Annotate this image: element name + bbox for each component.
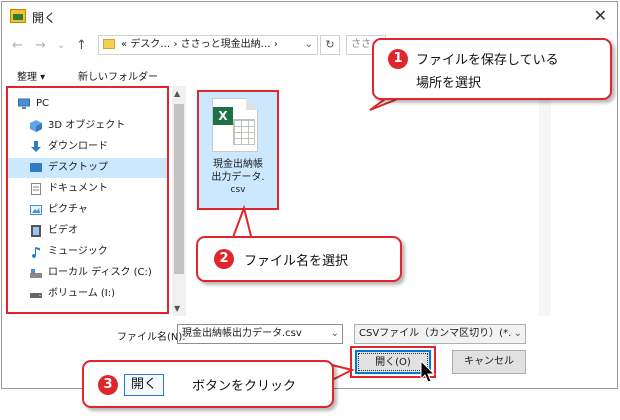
cube-icon (30, 120, 42, 132)
filetype-select[interactable]: CSVファイル（カンマ区切り）(*.cs ⌄ (354, 324, 526, 344)
sidebar-item-3d-objects[interactable]: 3D オブジェクト (8, 116, 167, 136)
navigation-scrollbar[interactable]: ▲ ▼ (172, 86, 186, 316)
breadcrumb[interactable]: « デスク… › ささっと現金出納… › (121, 36, 278, 54)
sidebar-item-label: PC (36, 98, 50, 109)
close-button[interactable]: ✕ (594, 6, 607, 25)
sidebar-item-label: ボリューム (I:) (48, 288, 115, 299)
filename-label: ファイル名(N): (117, 332, 186, 343)
mouse-pointer-icon (420, 360, 436, 383)
sidebar-item-label: ダウンロード (48, 141, 108, 152)
sidebar-item-local-disk[interactable]: ローカル ディスク (C:) (8, 263, 167, 283)
navigation-pane: PC 3D オブジェクト ダウンロード デスクトップ ドキュメント ピクチャ ビ… (6, 86, 169, 314)
address-dropdown-icon[interactable]: ⌄ (305, 36, 313, 54)
callout-1-line2: 場所を選択 (416, 76, 482, 91)
callout-2: 2 ファイル名を選択 (196, 236, 402, 282)
callout-3: 3 開く ボタンをクリック (82, 360, 334, 408)
drive-icon (30, 293, 42, 298)
window-title: 開く (32, 11, 57, 25)
callout-2-text: ファイル名を選択 (244, 254, 349, 269)
address-bar[interactable]: « デスク… › ささっと現金出納… › ⌄ (98, 35, 318, 55)
document-icon (31, 183, 41, 195)
spreadsheet-grid-icon (233, 119, 255, 145)
computer-icon (18, 98, 30, 109)
sidebar-item-label: デスクトップ (48, 162, 108, 173)
file-name-label: 現金出納帳 出力データ. csv (199, 158, 277, 197)
callout-3-text: ボタンをクリック (192, 379, 297, 394)
filetype-dropdown-icon[interactable]: ⌄ (511, 325, 522, 343)
sidebar-item-pc[interactable]: PC (8, 94, 167, 114)
sidebar-item-downloads[interactable]: ダウンロード (8, 137, 167, 157)
folder-icon (103, 39, 115, 49)
sidebar-item-label: ローカル ディスク (C:) (48, 267, 152, 278)
sidebar-item-label: ピクチャ (48, 204, 88, 215)
file-list-scrollbar[interactable] (539, 86, 551, 316)
file-name-line: csv (230, 185, 246, 195)
callout-2-number: 2 (214, 249, 234, 269)
csv-file-icon: X (212, 98, 258, 152)
desktop-icon (30, 163, 42, 172)
organize-menu[interactable]: 整理 ▾ (17, 68, 45, 83)
excel-badge-icon: X (213, 107, 233, 125)
sidebar-item-desktop[interactable]: デスクトップ (8, 158, 167, 178)
scroll-down-icon[interactable]: ▼ (174, 304, 180, 313)
file-item-csv[interactable]: X 現金出納帳 出力データ. csv (197, 90, 279, 210)
pictures-icon (30, 205, 42, 215)
sidebar-item-music[interactable]: ミュージック (8, 242, 167, 262)
sidebar-item-volume[interactable]: ボリューム (I:) (8, 284, 167, 304)
app-icon (10, 9, 26, 23)
sidebar-item-label: ミュージック (48, 246, 108, 257)
forward-arrow-icon[interactable]: → (35, 38, 46, 53)
new-folder-button[interactable]: 新しいフォルダー (78, 68, 158, 83)
callout-1: 1 ファイルを保存している 場所を選択 (372, 38, 612, 100)
title-bar: 開く ✕ (2, 2, 617, 32)
sidebar-item-label: ビデオ (48, 225, 78, 236)
music-icon (32, 247, 40, 258)
file-name-line: 現金出納帳 (213, 159, 263, 170)
download-icon (31, 141, 41, 152)
cancel-button[interactable]: キャンセル (452, 350, 526, 374)
sidebar-item-label: ドキュメント (48, 183, 108, 194)
callout-3-open-chip: 開く (124, 374, 165, 396)
up-arrow-icon[interactable]: ↑ (76, 38, 87, 53)
disk-icon (30, 269, 42, 278)
scroll-thumb[interactable] (174, 104, 184, 274)
callout-1-number: 1 (388, 49, 408, 69)
callout-3-number: 3 (98, 375, 118, 395)
filename-value: 現金出納帳出力データ.csv (182, 328, 302, 339)
filetype-value: CSVファイル（カンマ区切り）(*.cs (359, 328, 522, 339)
sidebar-item-label: 3D オブジェクト (48, 120, 126, 131)
refresh-button[interactable]: ↻ (320, 35, 340, 55)
file-name-line: 出力データ. (211, 172, 265, 183)
video-icon (31, 225, 41, 237)
sidebar-item-pictures[interactable]: ピクチャ (8, 200, 167, 220)
sidebar-item-documents[interactable]: ドキュメント (8, 179, 167, 199)
filename-dropdown-icon[interactable]: ⌄ (331, 325, 339, 343)
filename-input[interactable]: 現金出納帳出力データ.csv ⌄ (177, 324, 343, 344)
sidebar-item-videos[interactable]: ビデオ (8, 221, 167, 241)
back-arrow-icon[interactable]: ← (12, 38, 23, 53)
scroll-up-icon[interactable]: ▲ (174, 89, 180, 98)
recent-dropdown-icon[interactable]: ⌄ (57, 40, 65, 51)
callout-1-line1: ファイルを保存している (416, 53, 559, 68)
